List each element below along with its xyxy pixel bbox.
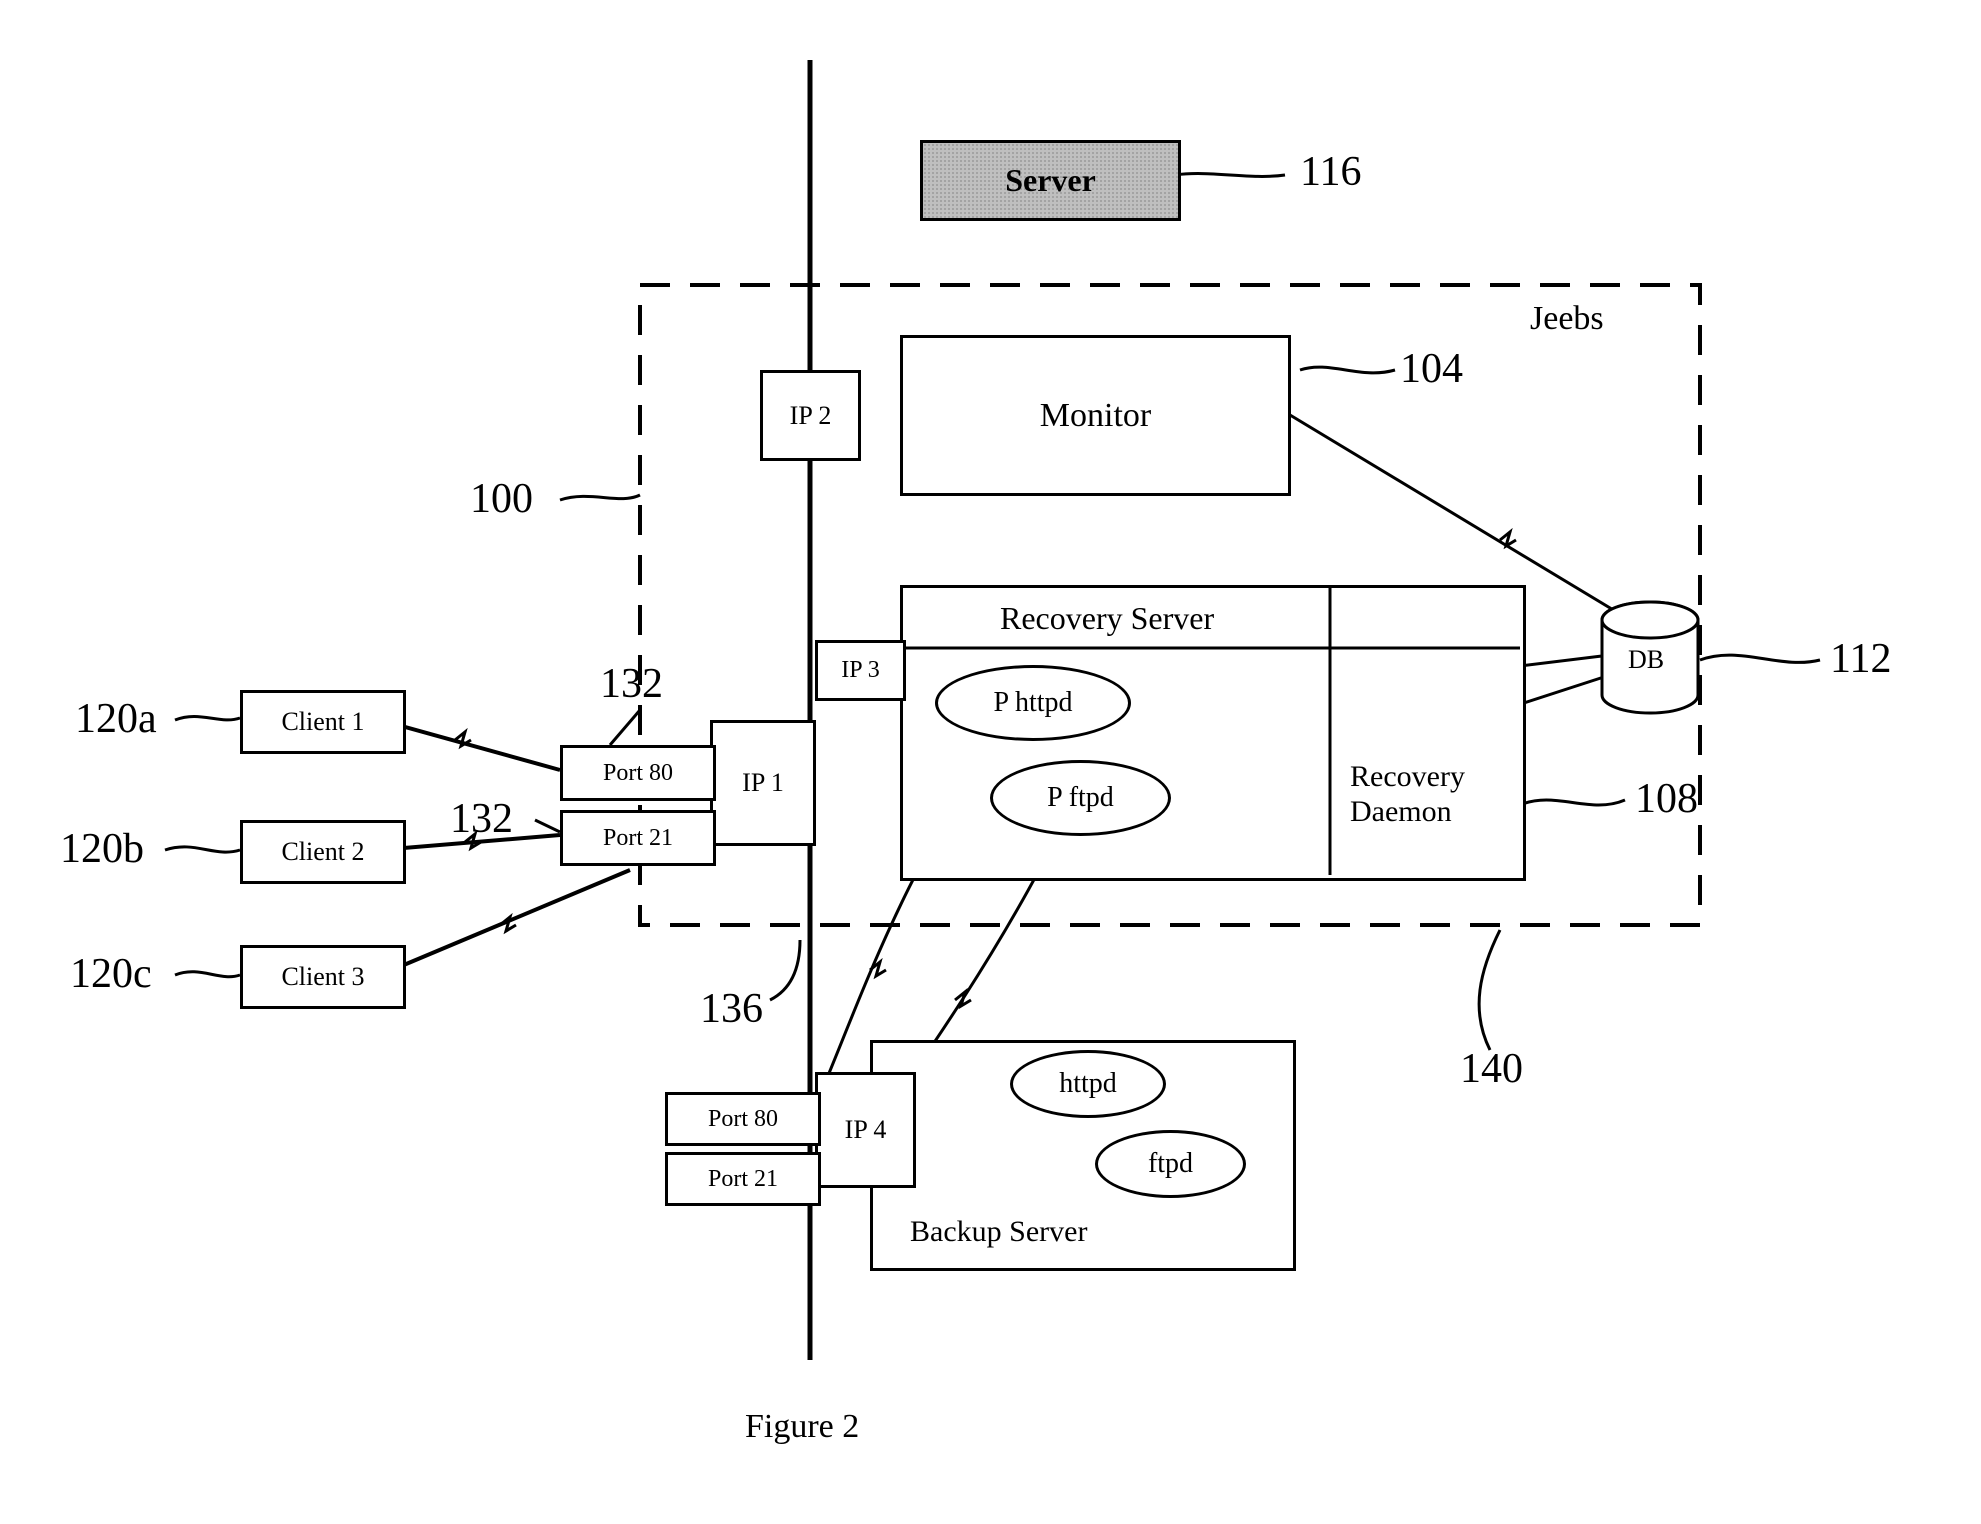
callout-140: 140: [1460, 1045, 1523, 1093]
ip4-port21: Port 21: [665, 1152, 821, 1206]
ip4-port80-label: Port 80: [708, 1106, 778, 1133]
callout-120a: 120a: [75, 695, 157, 743]
callout-136: 136: [700, 985, 763, 1033]
ip4-box: IP 4: [815, 1072, 916, 1188]
ftpd-ellipse: ftpd: [1095, 1130, 1246, 1198]
client1-box: Client 1: [240, 690, 406, 754]
callout-108: 108: [1635, 775, 1698, 823]
callout-112: 112: [1830, 635, 1891, 683]
ip4-port80: Port 80: [665, 1092, 821, 1146]
client3-label: Client 3: [281, 962, 364, 992]
callout-116: 116: [1300, 148, 1361, 196]
callout-100: 100: [470, 475, 533, 523]
httpd-ellipse: httpd: [1010, 1050, 1166, 1118]
diagram-canvas: Server Jeebs IP 2 Monitor Recovery Serve…: [0, 0, 1981, 1524]
callout-104: 104: [1400, 345, 1463, 393]
ftpd-label: ftpd: [1148, 1148, 1193, 1180]
db-label: DB: [1628, 645, 1664, 675]
callout-132a: 132: [600, 660, 663, 708]
backup-server-label: Backup Server: [910, 1215, 1087, 1249]
client2-label: Client 2: [281, 837, 364, 867]
figure-caption: Figure 2: [745, 1408, 859, 1446]
client2-box: Client 2: [240, 820, 406, 884]
ip4-label: IP 4: [845, 1115, 887, 1145]
client1-label: Client 1: [281, 707, 364, 737]
callout-120b: 120b: [60, 825, 144, 873]
ip4-port21-label: Port 21: [708, 1166, 778, 1193]
callout-132b: 132: [450, 795, 513, 843]
db-cylinder: [0, 0, 1981, 1524]
client3-box: Client 3: [240, 945, 406, 1009]
httpd-label: httpd: [1059, 1068, 1117, 1100]
callout-120c: 120c: [70, 950, 152, 998]
